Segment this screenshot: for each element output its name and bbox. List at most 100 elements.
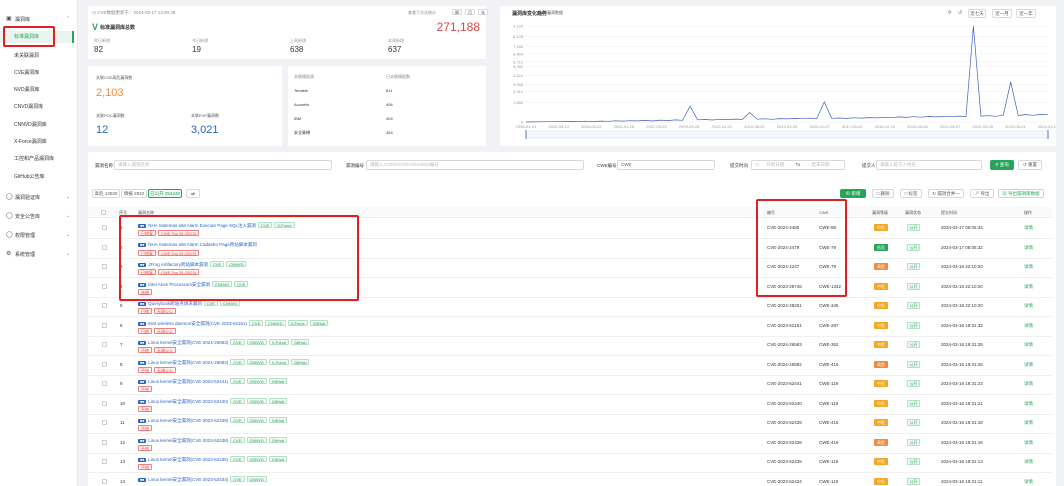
row-detail-link[interactable]: 详情 xyxy=(1024,225,1033,231)
sidebar-group-bulletin[interactable]: ◯ 安全公告库 ⌄ xyxy=(0,209,78,223)
row-name-link[interactable]: Linux kernel安全漏洞(CVE-2023-52435) xyxy=(148,457,228,462)
table-row[interactable]: 7 ■■ Linux kernel安全漏洞(CVE-2024-26583) CVE CN… xyxy=(88,336,1052,356)
sidebar-item-standard-db[interactable]: 标准漏洞库 xyxy=(0,31,74,43)
row-checkbox[interactable] xyxy=(102,439,107,445)
series-line[interactable] xyxy=(525,25,1049,123)
row-name-link[interactable]: Linux kernel安全漏洞(CVE-2024-26582) xyxy=(148,360,228,365)
header-time[interactable]: 提交时间 xyxy=(941,210,957,216)
row-detail-link[interactable]: 详情 xyxy=(1024,362,1033,368)
table-row[interactable]: 5 ■■ Querybook跨站点请求漏洞 CVE CNNVD 已修 无调公公 CVE-202… xyxy=(88,297,1052,317)
range-slider[interactable] xyxy=(525,130,1049,139)
header-status[interactable]: 漏洞状态 xyxy=(905,210,921,216)
row-name-link[interactable]: iNet wireless daemon安全漏洞(CVE-2023-52161) xyxy=(148,321,247,326)
table-row[interactable]: 2 ■■ NHA Sistemas aiM Alarm Cadastro Page跨… xyxy=(88,239,1052,259)
row-detail-link[interactable]: 详情 xyxy=(1024,401,1033,407)
delete-button[interactable]: □ 删除 xyxy=(872,189,894,198)
table-row[interactable]: 11 ■■ Linux kernel安全漏洞(CVE-2023-52439) CVE C… xyxy=(88,414,1052,434)
filter-person-input[interactable]: 请输入提交人姓名 xyxy=(876,160,982,170)
row-detail-link[interactable]: 详情 xyxy=(1024,245,1033,251)
row-checkbox[interactable] xyxy=(102,303,107,308)
export-db-button[interactable]: ▦ 导出漏洞库数据 xyxy=(998,189,1044,198)
merge-button[interactable]: ↻ 漏洞合并一 xyxy=(928,189,964,198)
row-checkbox[interactable] xyxy=(102,225,107,230)
export-button[interactable]: ↗ 导出 xyxy=(970,189,994,198)
filter-name-input[interactable]: 请输入漏洞名称 xyxy=(114,160,332,170)
select-all-checkbox[interactable] xyxy=(101,210,106,215)
row-name-link[interactable]: Linux kernel安全漏洞(CVE-2023-52438) xyxy=(148,438,228,443)
table-row[interactable]: 10 ■■ Linux kernel安全漏洞(CVE-2023-52440) CVE C… xyxy=(88,395,1052,415)
sidebar-group-system[interactable]: ⚙ 系统管理 ⌄ xyxy=(0,247,78,261)
sidebar-item-cnvd[interactable]: CNVD漏洞库 xyxy=(14,101,43,113)
table-row[interactable]: 3 ■■ JFrog Artifactory跨站脚本漏洞 CVE CNNVD 已修复 CWE… xyxy=(88,258,1052,278)
row-detail-link[interactable]: 详情 xyxy=(1024,440,1033,446)
row-detail-link[interactable]: 详情 xyxy=(1024,284,1033,290)
toggle-week[interactable]: 周 xyxy=(452,9,462,15)
table-row[interactable]: 13 ■■ Linux kernel安全漏洞(CVE-2023-52435) CVE C… xyxy=(88,453,1052,473)
row-name-link[interactable]: Linux kernel安全漏洞(CVE-2023-52439) xyxy=(148,418,228,423)
row-checkbox[interactable] xyxy=(102,381,107,386)
row-checkbox[interactable] xyxy=(102,478,107,484)
table-row[interactable]: 14 ■■ Linux kernel安全漏洞(CVE-2023-52434) CVE C… xyxy=(88,473,1052,486)
toggle-year[interactable]: 年 xyxy=(478,9,488,15)
row-checkbox[interactable] xyxy=(102,283,107,289)
table-row[interactable]: 8 ■■ Linux kernel安全漏洞(CVE-2024-26582) CVE CN… xyxy=(88,356,1052,376)
row-checkbox[interactable] xyxy=(102,342,107,347)
row-name-link[interactable]: Linux kernel安全漏洞(CVE-2023-52434) xyxy=(148,477,228,482)
row-checkbox[interactable] xyxy=(102,322,107,328)
row-detail-link[interactable]: 详情 xyxy=(1024,381,1033,387)
row-name-link[interactable]: Linux kernel安全漏洞(CVE-2023-52440) xyxy=(148,399,228,404)
table-row[interactable]: 6 ■■ iNet wireless daemon安全漏洞(CVE-2023-521… xyxy=(88,317,1052,337)
filter-date-range[interactable]: ◷ 开始日期 To 结束日期 xyxy=(751,160,845,170)
row-detail-link[interactable]: 详情 xyxy=(1024,303,1033,309)
sidebar-item-github[interactable]: GitHub公告库 xyxy=(14,171,45,183)
trend-chart[interactable]: 01,8562,9123,5684,4245,2805,7126,4647,16… xyxy=(500,16,1056,146)
row-name-link[interactable]: Querybook跨站点请求漏洞 xyxy=(148,301,202,306)
add-button[interactable]: ⊕ 新增 xyxy=(840,189,866,198)
tab-intel[interactable]: 情报 2822 xyxy=(121,189,147,198)
row-name-link[interactable]: JFrog Artifactory跨站脚本漏洞 xyxy=(148,262,208,267)
sidebar-group-vuln-db[interactable]: ▣ 漏洞库 ⌃ xyxy=(0,12,78,26)
toggle-month[interactable]: 月 xyxy=(465,9,475,15)
sidebar-item-cve[interactable]: CVE漏洞库 xyxy=(14,67,39,79)
row-checkbox[interactable] xyxy=(102,244,107,250)
row-detail-link[interactable]: 详情 xyxy=(1024,479,1033,485)
sidebar-group-permission[interactable]: ◯ 权限管理 ⌄ xyxy=(0,228,78,242)
filter-id-input[interactable]: 请输入CVE/CNVD/CNNVD/ID编号 xyxy=(366,160,584,170)
row-name-link[interactable]: NHA Sistemas aiM Alarm Cadastro Page跨站脚本… xyxy=(148,242,257,247)
row-detail-link[interactable]: 详情 xyxy=(1024,459,1033,465)
sidebar-group-verify[interactable]: ◯ 漏洞验证库 ⌄ xyxy=(0,190,78,204)
slider-handle-left[interactable] xyxy=(525,130,527,139)
slider-handle-right[interactable] xyxy=(1047,130,1049,139)
row-checkbox[interactable] xyxy=(102,264,107,269)
row-checkbox[interactable] xyxy=(102,361,107,367)
sidebar-item-xforce[interactable]: X-Force漏洞库 xyxy=(14,136,47,148)
header-severity[interactable]: 漏洞等级 xyxy=(872,210,888,216)
swap-icon[interactable]: ⇄ xyxy=(186,189,200,198)
reset-button[interactable]: ↺ 重置 xyxy=(1018,160,1042,170)
row-detail-link[interactable]: 详情 xyxy=(1024,342,1033,348)
table-row[interactable]: 12 ■■ Linux kernel安全漏洞(CVE-2023-52438) CVE C… xyxy=(88,434,1052,454)
tab-public[interactable]: 已公开 254248 xyxy=(148,189,182,198)
row-checkbox[interactable] xyxy=(102,400,107,406)
row-detail-link[interactable]: 详情 xyxy=(1024,323,1033,329)
table-row[interactable]: 1 ■■ NHA Sistemas aiM Alarm Execute Page S… xyxy=(88,219,1052,239)
tab-high[interactable]: 高危 13020 xyxy=(92,189,120,198)
sidebar-item-nvd[interactable]: NVD漏洞库 xyxy=(14,84,40,96)
sidebar-item-cnnvd[interactable]: CNNVD漏洞库 xyxy=(14,119,47,131)
sidebar-item-unlinked[interactable]: 未关联漏洞 xyxy=(14,50,39,62)
sidebar-item-ics[interactable]: 工控和产品漏洞库 xyxy=(14,153,54,165)
row-name-link[interactable]: NHA Sistemas aiM Alarm Execute Page SQL注… xyxy=(148,223,256,228)
row-name-link[interactable]: Linux kernel安全漏洞(CVE-2024-26583) xyxy=(148,340,228,345)
row-severity: 中危 xyxy=(874,419,888,426)
row-checkbox[interactable] xyxy=(102,459,107,464)
row-detail-link[interactable]: 详情 xyxy=(1024,420,1033,426)
tag-button[interactable]: □ 标签 xyxy=(900,189,922,198)
row-name-link[interactable]: Linux kernel安全漏洞(CVE-2023-52441) xyxy=(148,379,228,384)
filter-cwe-input[interactable]: CWE xyxy=(617,160,715,170)
row-name-link[interactable]: Intel Atom Processors安全漏洞 xyxy=(148,282,210,287)
table-row[interactable]: 9 ■■ Linux kernel安全漏洞(CVE-2023-52441) CVE CN… xyxy=(88,375,1052,395)
search-button[interactable]: ⚲ 查询 xyxy=(990,160,1014,170)
row-detail-link[interactable]: 详情 xyxy=(1024,264,1033,270)
table-row[interactable]: 4 ■■ Intel Atom Processors安全漏洞 CNNVD CVE 未修 CV… xyxy=(88,278,1052,298)
row-checkbox[interactable] xyxy=(102,420,107,425)
